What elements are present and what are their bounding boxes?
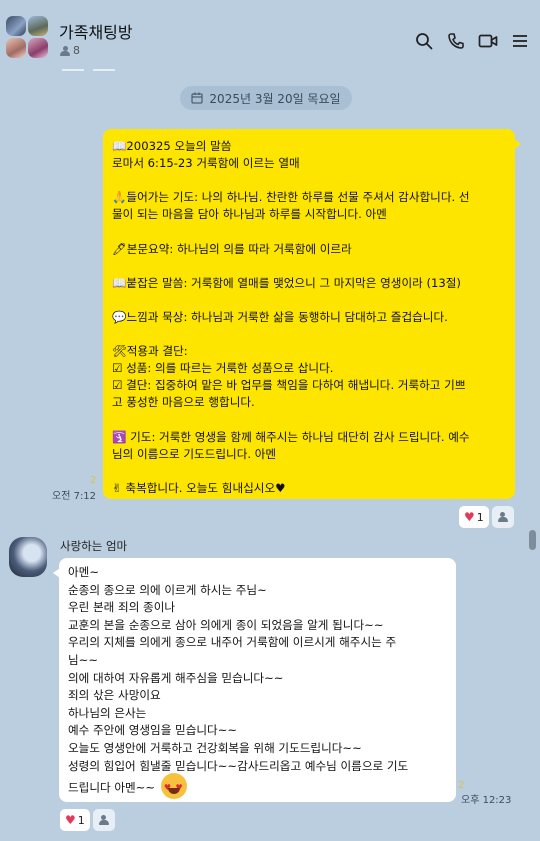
member-count[interactable]: 8 — [60, 44, 80, 57]
person-icon — [497, 512, 508, 522]
like-reaction-button[interactable]: ♥ 1 — [459, 506, 489, 528]
message-line: 🛠적용과 결단: — [112, 344, 188, 359]
header-actions — [414, 30, 530, 52]
person-icon — [60, 45, 70, 56]
reaction-members-button[interactable] — [491, 506, 514, 528]
unread-count: 2 — [458, 780, 465, 791]
message-line: 드립니다 아멘~~ — [68, 780, 156, 795]
message-time: 오후 12:23 — [461, 795, 512, 806]
chat-header: 가족채팅방 8 — [0, 0, 540, 80]
menu-button[interactable] — [510, 30, 530, 52]
avatar — [6, 16, 26, 36]
avatar — [28, 16, 48, 36]
message-line: ✌ 축복합니다. 오늘도 힘내십시오♥ — [112, 480, 286, 495]
my-message-bubble[interactable]: 📖200325 오늘의 말씀 로마서 6:15-23 거룩함에 이르는 열매 🙏… — [103, 129, 521, 499]
message-line: 순종의 종으로 의에 이르게 하시는 주님~ — [68, 582, 267, 597]
reaction-members-button[interactable] — [92, 809, 115, 831]
heart-icon: ♥ — [65, 813, 76, 827]
message-line: 아멘~ — [68, 565, 100, 579]
reaction-count: 1 — [77, 813, 85, 827]
reaction-row: ♥ 1 — [459, 506, 514, 528]
message-line: 교훈의 본을 순종으로 삼아 의에게 종이 되었음을 알게 됩니다~~ — [68, 617, 384, 632]
message-line: 📖200325 오늘의 말씀 — [112, 139, 232, 153]
reaction-row: ♥ 1 — [60, 809, 115, 831]
scrollbar-thumb[interactable] — [529, 530, 536, 550]
message-time: 오전 7:12 — [52, 491, 97, 502]
message-line: 님~~ — [68, 652, 99, 667]
person-icon — [98, 815, 109, 825]
sender-name[interactable]: 사랑하는 엄마 — [60, 538, 127, 554]
call-button[interactable] — [446, 30, 466, 52]
message-line: 예수 주안에 영생임을 믿습니다~~ — [68, 723, 238, 738]
message-line: 🙏들어가는 기도: 나의 하나님. 찬란한 하루를 선물 주셔서 감사합니다. … — [112, 190, 470, 205]
group-avatar[interactable] — [6, 16, 50, 62]
avatar[interactable] — [9, 537, 47, 577]
message-line: 📖붙잡은 말씀: 거룩함에 열매를 맺었으니 그 마지막은 영생이라 (13절) — [112, 275, 461, 290]
message-line: 하나님의 은사는 — [68, 705, 147, 720]
calendar-icon — [191, 92, 203, 104]
message-line: 죄의 삯은 사망이요 — [68, 688, 161, 703]
message-line: ☑ 성품: 의를 따르는 거룩한 성품으로 삽니다. — [112, 361, 334, 376]
menu-icon — [513, 35, 527, 47]
message-line: 의에 대하여 자유롭게 해주심을 믿습니다~~ — [68, 670, 284, 685]
tab-indicator — [62, 69, 84, 71]
message-line: 🛐 기도: 거룩한 영생을 함께 해주시는 하나님 대단히 감사 드립니다. 예… — [112, 429, 470, 444]
date-text: 2025년 3월 20일 목요일 — [209, 91, 341, 106]
video-icon — [478, 34, 498, 48]
message-line: ☑ 결단: 집중하여 맡은 바 업무를 책임을 다하여 해냅니다. 거룩하고 기… — [112, 378, 466, 393]
tab-indicator — [93, 69, 115, 71]
member-count-value: 8 — [73, 44, 80, 57]
chat-room-title[interactable]: 가족채팅방 — [59, 19, 133, 43]
message-line: 님의 이름으로 기도드립니다. 아멘 — [112, 446, 277, 461]
message-line: 물이 되는 마음을 담아 하나님과 하루를 시작합니다. 아멘 — [112, 207, 387, 222]
search-icon — [416, 33, 433, 50]
avatar — [6, 38, 26, 58]
message-line: 🖊본문요약: 하나님의 의를 따라 거룩함에 이르라 — [112, 241, 352, 256]
unread-count: 2 — [90, 475, 97, 486]
date-divider: 2025년 3월 20일 목요일 — [180, 86, 352, 110]
message-line: 로마서 6:15-23 거룩함에 이르는 열매 — [112, 156, 300, 171]
message-line: 고 풍성한 마음으로 행합니다. — [112, 395, 255, 410]
heart-icon: ♥ — [464, 510, 475, 524]
message-line: 성령의 힘입어 힘낼줄 믿습니다~~감사드리옵고 예수님 이름으로 기도 — [68, 758, 409, 773]
like-reaction-button[interactable]: ♥ 1 — [60, 809, 90, 831]
message-line: 우린 본래 죄의 종이나 — [68, 600, 176, 615]
avatar — [28, 38, 48, 58]
phone-icon — [448, 33, 464, 49]
heart-eyes-emoji-icon — [160, 773, 187, 800]
reaction-count: 1 — [476, 510, 484, 524]
message-line: 💬느낌과 묵상: 하나님과 거룩한 삶을 동행하니 담대하고 즐겁습니다. — [112, 309, 448, 324]
message-line: 우리의 지체를 의에게 종으로 내주어 거룩함에 이르시게 해주시는 주 — [68, 635, 397, 650]
video-call-button[interactable] — [478, 30, 498, 52]
message-line-last: 드립니다 아멘~~ — [68, 773, 446, 801]
other-message-bubble[interactable]: 아멘~ 순종의 종으로 의에 이르게 하시는 주님~ 우린 본래 죄의 종이나 … — [53, 558, 456, 802]
search-button[interactable] — [414, 30, 434, 52]
message-line: 오늘도 영생안에 거룩하고 건강회복을 위해 기도드립니다~~ — [68, 740, 362, 755]
